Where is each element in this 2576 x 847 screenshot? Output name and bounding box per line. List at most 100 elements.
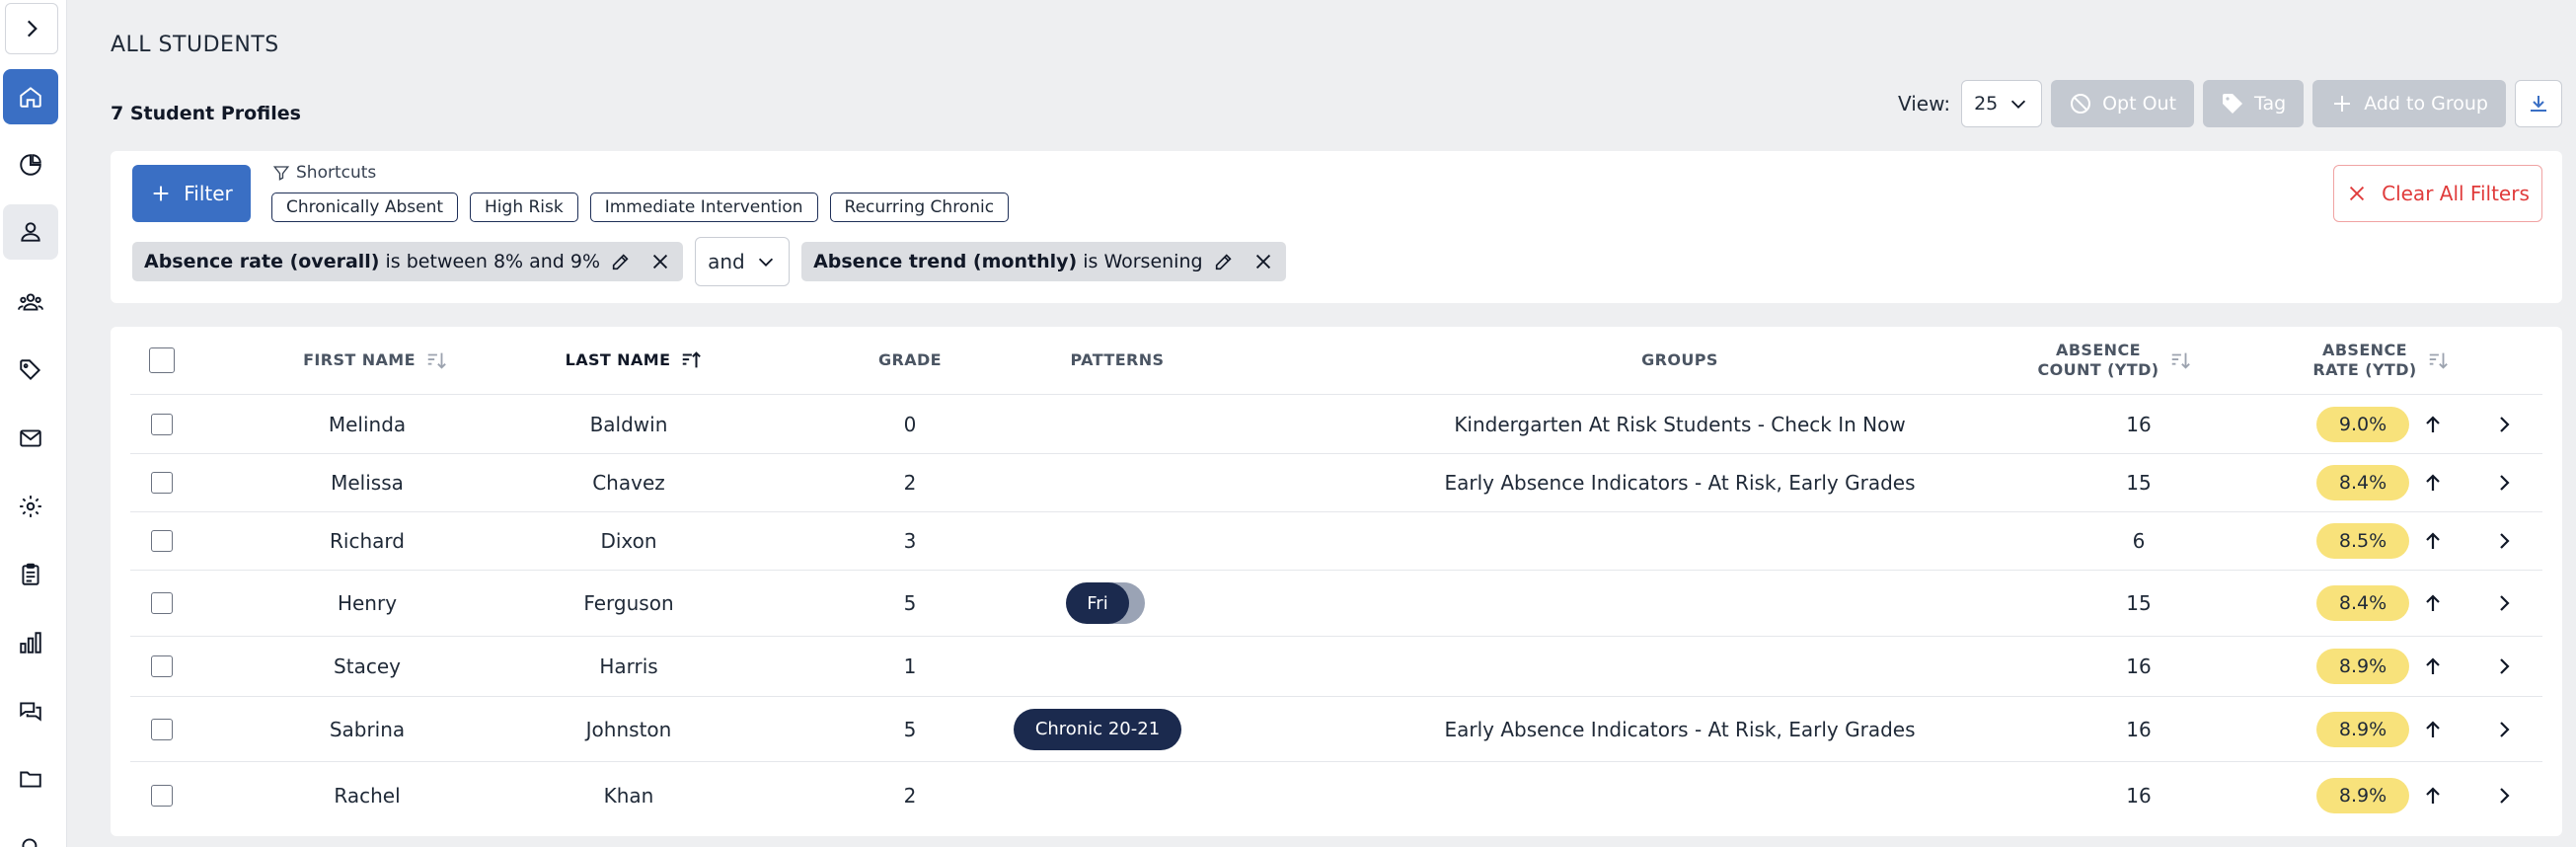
tag-button[interactable]: Tag <box>2203 80 2305 127</box>
shortcuts-heading: Shortcuts <box>272 163 376 183</box>
select-all-checkbox[interactable] <box>149 347 175 373</box>
patterns-cell <box>999 637 1196 696</box>
table-row[interactable]: Melissa Chavez 2 Early Absence Indicators -… <box>130 453 2542 511</box>
row-select-cell <box>142 637 182 696</box>
bar-chart-icon <box>20 632 41 654</box>
nav-tags[interactable] <box>3 343 58 398</box>
add-to-group-label: Add to Group <box>2364 93 2488 115</box>
filter-button[interactable]: Filter <box>132 165 251 222</box>
nav-reports[interactable] <box>3 547 58 602</box>
pattern-badge: Fri <box>1066 582 1129 624</box>
trend-up-arrow-icon <box>2426 594 2440 611</box>
nav-students[interactable] <box>3 204 58 260</box>
nav-files[interactable] <box>3 751 58 807</box>
row-checkbox[interactable] <box>151 413 173 435</box>
header-first-name[interactable]: FIRST NAME <box>276 327 474 394</box>
row-checkbox[interactable] <box>151 530 173 552</box>
patterns-cell <box>999 762 1196 828</box>
groups-cell <box>1305 637 2055 696</box>
row-checkbox[interactable] <box>151 472 173 494</box>
opt-out-button[interactable]: Opt Out <box>2051 80 2195 127</box>
grade-cell: 0 <box>903 412 917 436</box>
edit-condition-button[interactable] <box>1213 251 1235 272</box>
tag-icon <box>2223 94 2243 114</box>
header-line-2: RATE (YTD) <box>2312 360 2417 379</box>
row-open-button[interactable] <box>2479 571 2529 636</box>
condition-absence-trend: Absence trend (monthly) is Worsening <box>801 242 1286 281</box>
absence-rate-cell: 8.9% <box>2282 697 2479 761</box>
header-last-name[interactable]: LAST NAME <box>535 327 732 394</box>
row-open-button[interactable] <box>2479 395 2529 453</box>
grade-cell: 1 <box>903 654 917 678</box>
trend-up-arrow-icon <box>2426 532 2440 549</box>
students-table: FIRST NAME LAST NAME GRADE PATTERNS GROU… <box>111 327 2562 836</box>
pattern-badge-stack: Fri <box>1066 582 1145 624</box>
table-row[interactable]: Stacey Harris 1 16 8.9% <box>130 636 2542 696</box>
row-select-cell <box>142 571 182 636</box>
add-to-group-button[interactable]: Add to Group <box>2312 80 2506 127</box>
download-button[interactable] <box>2515 80 2562 127</box>
row-select-cell <box>142 697 182 761</box>
plus-icon <box>153 186 169 201</box>
shortcut-immediate-intervention[interactable]: Immediate Intervention <box>589 192 818 222</box>
edit-condition-button[interactable] <box>610 251 632 272</box>
header-absence-count[interactable]: ABSENCE COUNT (YTD) <box>2015 327 2213 394</box>
groups-cell <box>1305 762 2055 828</box>
shortcut-chronically-absent[interactable]: Chronically Absent <box>271 192 459 222</box>
nav-charts[interactable] <box>3 615 58 670</box>
trend-up-arrow-icon <box>2426 415 2440 432</box>
last-name-cell: Khan <box>603 783 654 808</box>
row-open-button[interactable] <box>2479 762 2529 828</box>
sidebar-expand-button[interactable] <box>5 3 58 54</box>
grade-cell: 5 <box>903 717 917 741</box>
remove-condition-button[interactable] <box>1252 251 1274 272</box>
nav-messages[interactable] <box>3 411 58 466</box>
row-checkbox[interactable] <box>151 718 173 740</box>
folder-icon <box>20 771 41 788</box>
table-row[interactable]: Rachel Khan 2 16 8.9% <box>130 761 2542 828</box>
row-checkbox[interactable] <box>151 592 173 614</box>
trend-up-arrow-icon <box>2426 474 2440 491</box>
table-row[interactable]: Henry Ferguson 5 Fri 15 8.4% <box>130 570 2542 636</box>
shortcuts-label: Shortcuts <box>296 163 377 183</box>
absence-rate-badge: 9.0% <box>2316 406 2409 442</box>
nav-groups[interactable] <box>3 274 58 330</box>
shortcut-recurring-chronic[interactable]: Recurring Chronic <box>829 192 1010 222</box>
row-checkbox[interactable] <box>151 655 173 677</box>
condition-field: Absence rate (overall) <box>144 251 380 272</box>
absence-count-cell: 15 <box>2126 591 2152 615</box>
first-name-cell: Henry <box>337 591 398 615</box>
first-name-cell: Melinda <box>328 412 407 436</box>
table-row[interactable]: Richard Dixon 3 6 8.5% <box>130 511 2542 570</box>
row-open-button[interactable] <box>2479 637 2529 696</box>
condition-joiner-select[interactable]: and <box>695 237 791 286</box>
row-open-button[interactable] <box>2479 512 2529 570</box>
patterns-cell: Chronic 20-21 <box>999 697 1196 761</box>
nav-chat[interactable] <box>3 683 58 738</box>
joiner-value: and <box>708 250 745 273</box>
row-select-cell <box>142 395 182 453</box>
pattern-badge: Chronic 20-21 <box>1013 708 1182 750</box>
nav-settings[interactable] <box>3 479 58 534</box>
row-open-button[interactable] <box>2479 697 2529 761</box>
nav-search[interactable] <box>3 819 58 847</box>
table-row[interactable]: Sabrina Johnston 5 Chronic 20-21 Early Absen… <box>130 696 2542 761</box>
remove-condition-button[interactable] <box>649 251 671 272</box>
row-open-button[interactable] <box>2479 454 2529 511</box>
header-groups: GROUPS <box>1641 350 1718 369</box>
absence-count-cell: 16 <box>2126 783 2152 808</box>
absence-rate-cell: 8.5% <box>2282 512 2479 570</box>
page-size-select[interactable]: 25 <box>1961 80 2043 127</box>
chevron-right-icon <box>2500 416 2510 432</box>
mail-icon <box>20 429 41 447</box>
nav-home[interactable] <box>3 69 58 124</box>
block-icon <box>2071 94 2091 114</box>
clear-all-filters-button[interactable]: Clear All Filters <box>2333 165 2542 222</box>
opt-out-label: Opt Out <box>2102 93 2177 115</box>
nav-analytics[interactable] <box>3 137 58 192</box>
first-name-cell: Richard <box>330 529 405 553</box>
table-row[interactable]: Melinda Baldwin 0 Kindergarten At Risk Stud… <box>130 394 2542 453</box>
shortcut-high-risk[interactable]: High Risk <box>470 192 578 222</box>
row-checkbox[interactable] <box>151 784 173 807</box>
header-absence-rate[interactable]: ABSENCE RATE (YTD) <box>2282 327 2479 394</box>
